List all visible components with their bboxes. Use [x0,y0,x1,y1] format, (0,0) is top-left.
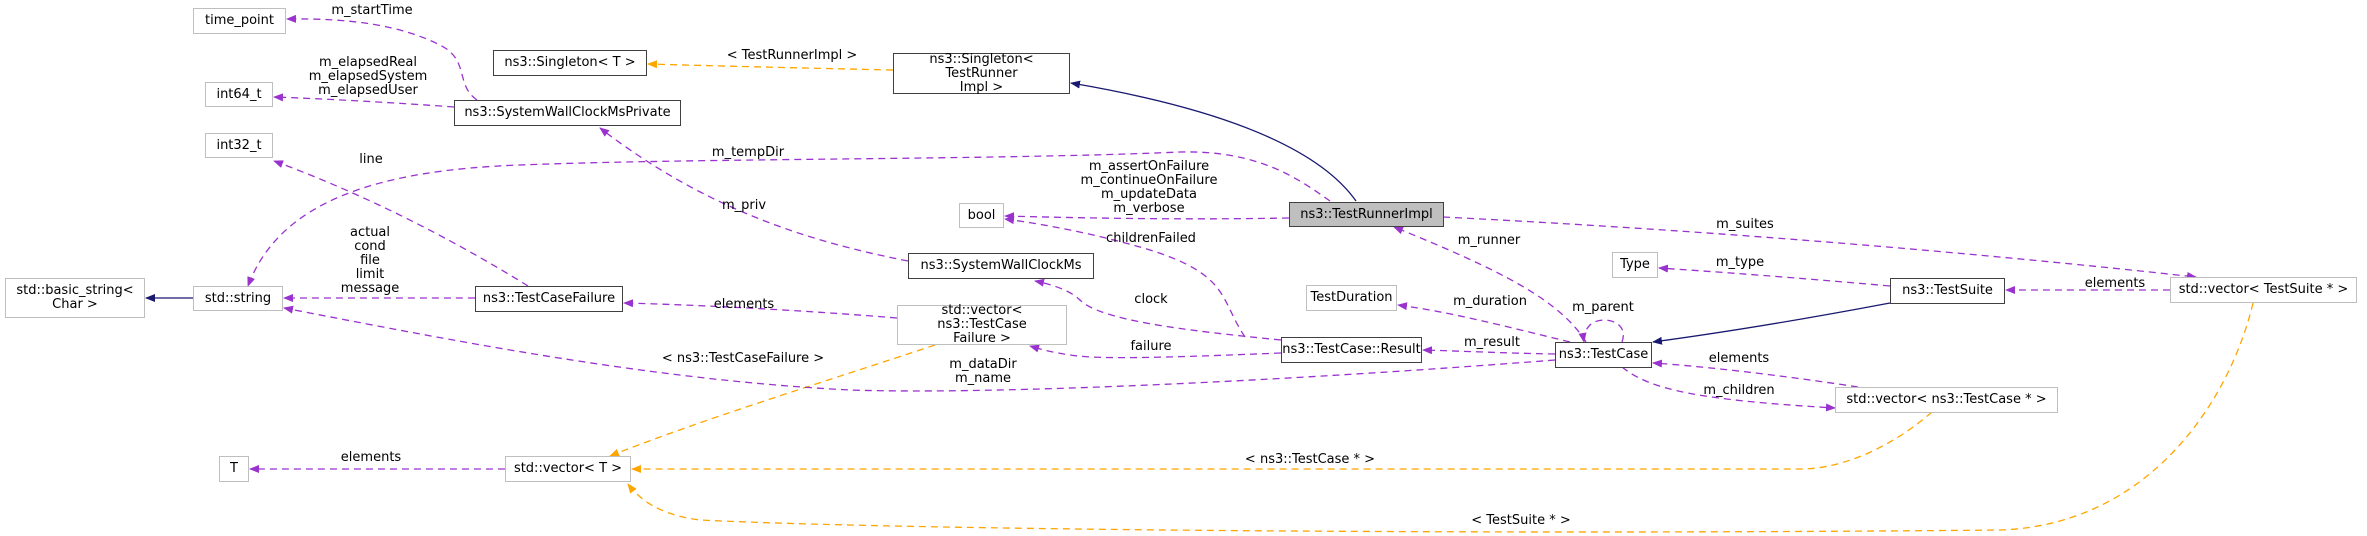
edge-m-elapsed [273,93,455,108]
edge-template-trimpl [647,60,894,71]
node-system-wall-clock-ms-private[interactable]: ns3::SystemWallClockMsPrivate [454,100,681,126]
label-m-result: m_result [1464,335,1520,350]
node-int32-t[interactable]: int32_t [205,133,273,158]
label-m-starttime: m_startTime [331,3,413,18]
node-test-suite[interactable]: ns3::TestSuite [1890,278,2005,304]
edge-m-type [1658,264,1891,287]
label-elements-tc: elements [1708,351,1770,366]
edge-inherit-testcase [1652,302,1891,345]
label-elements-tcf: elements [713,297,775,312]
label-elements-ts: elements [2084,276,2146,291]
label-tcf-strings: actual cond file limit message [340,225,400,296]
node-bool[interactable]: bool [959,203,1004,228]
label-failure: failure [1130,339,1172,354]
label-m-tempdir: m_tempDir [711,145,785,160]
label-m-data-name: m_dataDir m_name [949,357,1017,386]
label-m-priv: m_priv [721,198,767,213]
label-m-duration: m_duration [1453,294,1527,309]
node-test-duration[interactable]: TestDuration [1306,285,1397,311]
label-m-parent: m_parent [1572,300,1634,315]
label-m-runner: m_runner [1457,233,1521,248]
label-m-suites: m_suites [1716,217,1774,232]
node-system-wall-clock-ms[interactable]: ns3::SystemWallClockMs [908,253,1094,279]
label-template-tcf: < ns3::TestCaseFailure > [661,351,825,366]
label-template-ts: < TestSuite * > [1471,513,1571,528]
label-m-type: m_type [1715,255,1765,270]
node-t[interactable]: T [219,456,249,482]
node-singleton-t[interactable]: ns3::Singleton< T > [493,50,647,76]
label-clock: clock [1134,292,1168,307]
node-vector-test-case[interactable]: std::vector< ns3::TestCase * > [1835,387,2058,413]
node-singleton-test-runner-impl[interactable]: ns3::Singleton< TestRunner Impl > [893,52,1070,94]
label-bool-members: m_assertOnFailure m_continueOnFailure m_… [1080,159,1218,216]
node-test-case-result[interactable]: ns3::TestCase::Result [1281,337,1422,363]
label-m-children: m_children [1703,383,1775,398]
label-line: line [359,152,383,167]
node-time-point[interactable]: time_point [193,8,286,34]
node-vector-test-suite[interactable]: std::vector< TestSuite * > [2170,277,2357,303]
node-test-case[interactable]: ns3::TestCase [1555,342,1652,368]
edge-m-suites [1442,216,2197,280]
node-test-case-failure[interactable]: ns3::TestCaseFailure [475,286,623,312]
edge-template-ts [627,302,2254,533]
label-m-elapsed: m_elapsedReal m_elapsedSystem m_elapsedU… [308,55,428,98]
edge-m-result [1422,346,1556,355]
node-test-runner-impl[interactable]: ns3::TestRunnerImpl [1289,202,1444,227]
label-children-failed: childrenFailed [1106,231,1196,246]
node-vector-test-case-failure[interactable]: std::vector< ns3::TestCase Failure > [897,304,1067,346]
node-std-string[interactable]: std::string [193,286,283,311]
node-int64-t[interactable]: int64_t [205,82,273,107]
label-template-trimpl: < TestRunnerImpl > [726,48,858,63]
node-type[interactable]: Type [1612,252,1658,278]
edge-clock [1034,278,1282,341]
node-vector-t[interactable]: std::vector< T > [505,456,631,482]
label-elements-t: elements [340,450,402,465]
label-template-tc: < ns3::TestCase * > [1244,452,1376,467]
edge-line [273,160,529,287]
node-basic-string[interactable]: std::basic_string< Char > [5,278,145,318]
edge-m-parent [1578,319,1624,343]
edge-bool-members [1004,212,1290,221]
